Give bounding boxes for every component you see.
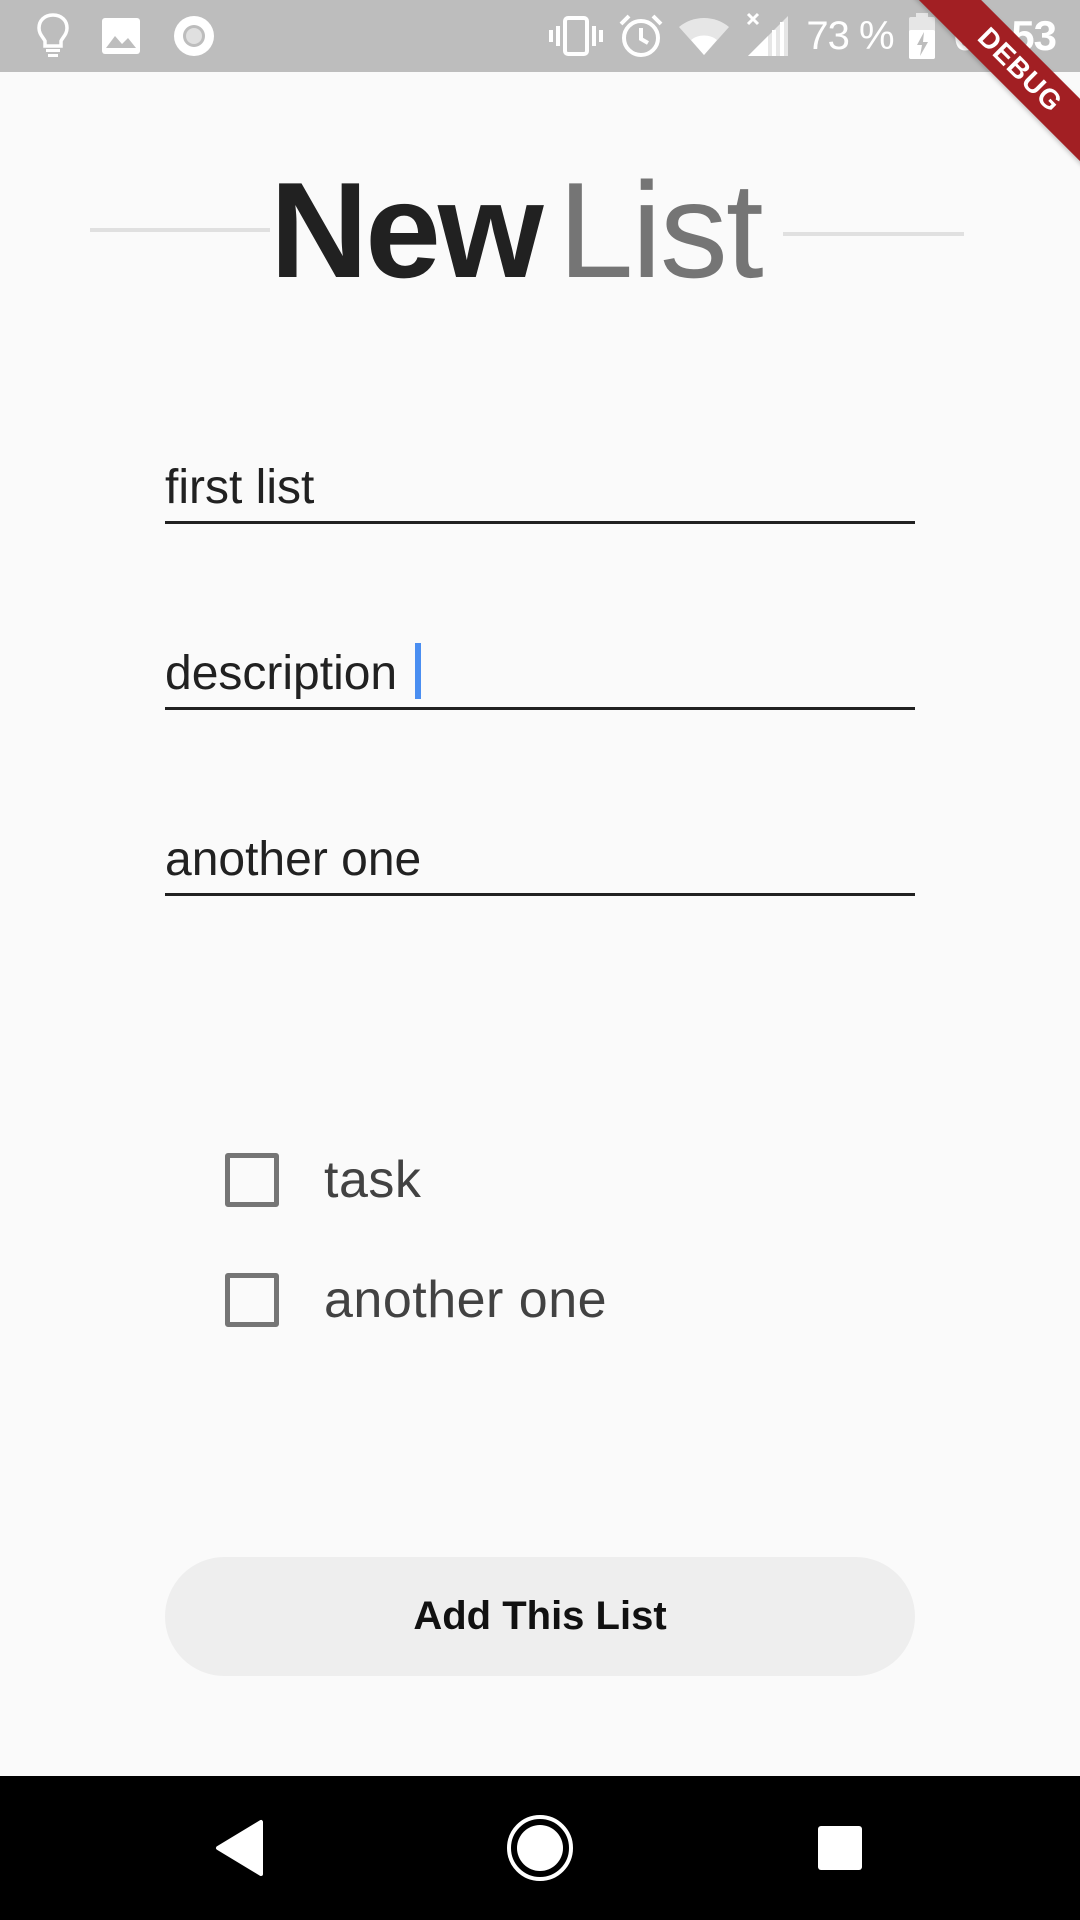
back-button[interactable]: [168, 1776, 312, 1920]
title-divider-right: [783, 232, 964, 236]
status-right-icons: 73 % 02:53: [548, 0, 1057, 72]
back-icon: [216, 1820, 263, 1876]
title-light-word: List: [558, 154, 764, 306]
recents-button[interactable]: [768, 1776, 912, 1920]
task-label: another one: [324, 1271, 608, 1329]
home-icon: [507, 1815, 573, 1881]
clock: 02:53: [953, 12, 1057, 59]
status-bar: 73 % 02:53: [0, 0, 1080, 72]
recents-icon: [818, 1826, 862, 1870]
image-icon: [100, 12, 142, 60]
navigation-bar: [0, 1776, 1080, 1920]
status-left-icons: [36, 12, 216, 60]
task-entry-field[interactable]: [165, 816, 915, 896]
record-icon: [172, 12, 216, 60]
task-list: task another one: [225, 1120, 925, 1360]
vibrate-icon: [548, 12, 604, 60]
alarm-icon: [618, 12, 664, 60]
task-label: task: [324, 1151, 422, 1209]
description-field[interactable]: [165, 630, 915, 710]
page-title: New List: [90, 160, 964, 300]
battery-icon: [908, 12, 936, 60]
battery-percent: 73 %: [806, 13, 894, 58]
add-list-button[interactable]: Add This List: [165, 1557, 915, 1676]
home-button[interactable]: [468, 1776, 612, 1920]
list-name-input[interactable]: [165, 460, 915, 515]
description-input[interactable]: [165, 646, 915, 701]
signal-icon: [744, 12, 792, 60]
title-bold-word: New: [270, 154, 544, 306]
task-entry-input[interactable]: [165, 832, 915, 887]
list-item[interactable]: task: [225, 1120, 925, 1240]
lightbulb-icon: [36, 12, 70, 60]
text-cursor: [415, 643, 421, 699]
title-divider-left: [90, 228, 270, 232]
task-checkbox[interactable]: [225, 1153, 279, 1207]
wifi-icon: [678, 12, 730, 60]
task-checkbox[interactable]: [225, 1273, 279, 1327]
list-name-field[interactable]: [165, 444, 915, 524]
list-item[interactable]: another one: [225, 1240, 925, 1360]
